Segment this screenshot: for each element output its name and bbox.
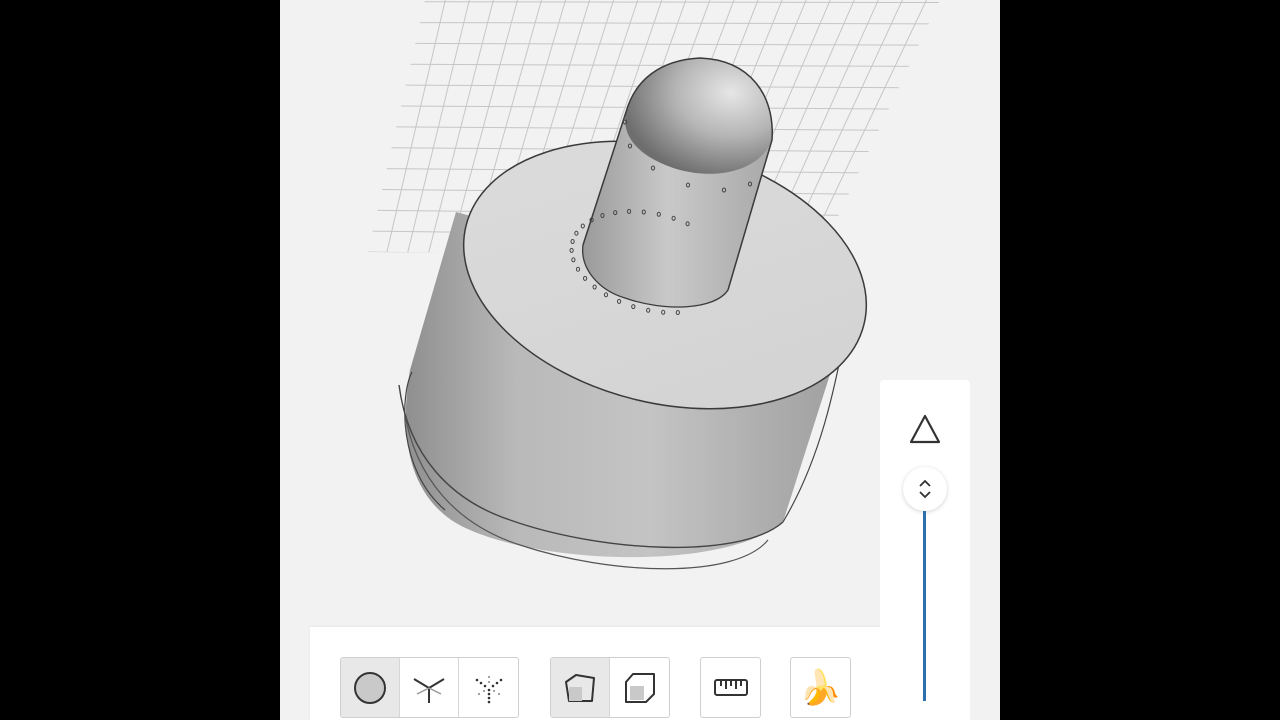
bottom-toolbar: 🍌: [310, 627, 880, 720]
viewport-3d[interactable]: 🍌: [280, 0, 1000, 720]
grid-line: [420, 1, 940, 4]
grid-line: [407, 0, 480, 253]
grid-line: [386, 0, 456, 253]
shaded-mode-button[interactable]: [341, 658, 400, 717]
measure-button[interactable]: [701, 658, 760, 717]
projection-group: [550, 657, 670, 718]
circle-icon: [354, 671, 386, 704]
triangle-outline-icon: [909, 414, 941, 444]
wireframe-mode-button[interactable]: [400, 658, 459, 717]
section-panel: [880, 380, 970, 720]
section-slider-handle[interactable]: [903, 467, 947, 511]
ortho-box-icon: [624, 672, 655, 703]
axes-icon: [413, 677, 445, 703]
section-slider-track[interactable]: [923, 511, 926, 701]
orthographic-view-button[interactable]: [610, 658, 669, 717]
banana-icon: 🍌: [799, 668, 842, 707]
perspective-view-button[interactable]: [551, 658, 610, 717]
cut-plane-toggle[interactable]: [906, 410, 944, 448]
up-down-chevron-icon: [919, 479, 931, 499]
scale-reference-group: 🍌: [790, 657, 851, 718]
dotted-axes-icon: [475, 675, 502, 703]
points-mode-button[interactable]: [459, 658, 518, 717]
grid-line: [416, 22, 939, 25]
grid-line: [824, 0, 940, 255]
ruler-icon: [713, 678, 748, 696]
banana-scale-button[interactable]: 🍌: [791, 658, 850, 717]
view-mode-group: [340, 657, 519, 718]
measure-group: [700, 657, 761, 718]
grid-line: [368, 0, 431, 253]
perspective-box-icon: [565, 673, 595, 702]
